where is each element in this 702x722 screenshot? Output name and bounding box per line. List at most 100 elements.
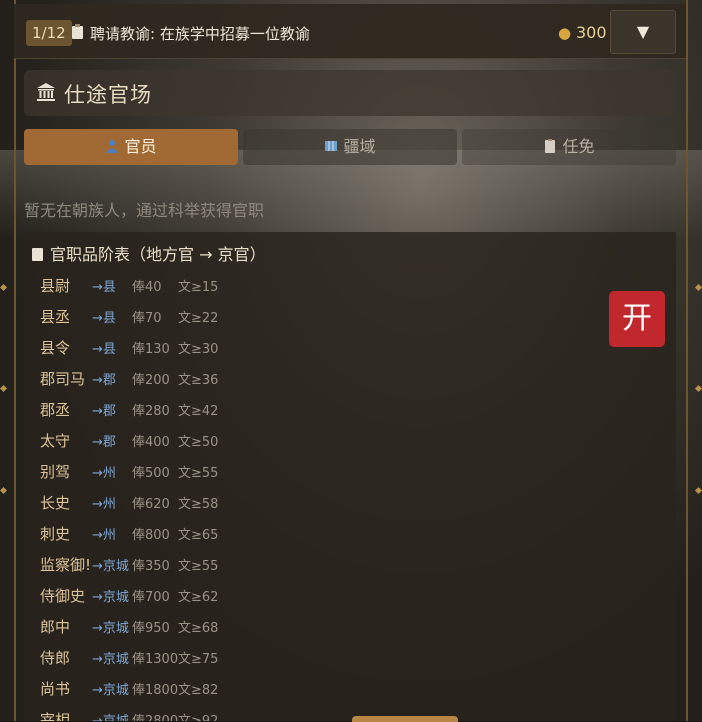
rank-row: 县尉 →县 俸40 文≥15 bbox=[24, 268, 584, 299]
rank-row: 别驾 →州 俸500 文≥55 bbox=[24, 454, 584, 485]
rank-salary: 俸950 bbox=[132, 621, 170, 636]
map-icon bbox=[325, 141, 338, 151]
rank-requirement: 文≥62 bbox=[178, 590, 219, 605]
rank-requirement: 文≥55 bbox=[178, 466, 219, 481]
rank-salary: 俸2800 bbox=[132, 710, 178, 721]
tab-label: 疆域 bbox=[343, 137, 376, 156]
government-building-icon bbox=[37, 83, 55, 101]
rank-level: →郡 bbox=[92, 373, 116, 388]
rank-requirement: 文≥36 bbox=[178, 373, 219, 388]
rank-salary: 俸350 bbox=[132, 559, 170, 574]
rank-row: 长史 →州 俸620 文≥58 bbox=[24, 485, 584, 516]
rank-row: 监察御! →京城 俸350 文≥55 bbox=[24, 547, 584, 578]
rank-requirement: 文≥30 bbox=[178, 342, 219, 357]
rank-name: 刺史 bbox=[40, 525, 71, 543]
rank-name: 尚书 bbox=[40, 680, 71, 698]
rank-level: →县 bbox=[92, 342, 116, 357]
rank-table-title-text: 官职品阶表（地方官 → 京官） bbox=[50, 245, 266, 264]
tab-officials[interactable]: 官员 bbox=[24, 129, 238, 165]
rank-table: 官职品阶表（地方官 → 京官） 县尉 →县 俸40 文≥15 县丞 →县 俸70 文≥22 县令… bbox=[24, 232, 676, 721]
rank-name: 侍郎 bbox=[40, 649, 71, 667]
rank-salary: 俸70 bbox=[132, 311, 162, 326]
rank-row: 郎中 →京城 俸950 文≥68 bbox=[24, 609, 584, 640]
tab-territory[interactable]: 疆域 bbox=[243, 129, 457, 165]
rank-requirement: 文≥58 bbox=[178, 497, 219, 512]
rank-row: 侍御史 →京城 俸700 文≥62 bbox=[24, 578, 584, 609]
rank-requirement: 文≥75 bbox=[178, 652, 219, 667]
rank-salary: 俸200 bbox=[132, 373, 170, 388]
panel-header: 仕途官场 bbox=[24, 70, 676, 116]
tab-appointments[interactable]: 任免 bbox=[462, 129, 676, 165]
bottom-drawer-handle[interactable] bbox=[352, 716, 458, 722]
rank-level: →京城 bbox=[92, 683, 129, 698]
rank-name: 宰相 bbox=[40, 711, 71, 721]
rank-requirement: 文≥65 bbox=[178, 528, 219, 543]
rank-level: →郡 bbox=[92, 435, 116, 450]
rank-name: 县令 bbox=[40, 339, 71, 357]
rank-requirement: 文≥50 bbox=[178, 435, 219, 450]
open-button[interactable]: 开 bbox=[609, 291, 665, 347]
rank-salary: 俸130 bbox=[132, 342, 170, 357]
rank-name: 太守 bbox=[40, 432, 71, 450]
rank-name: 郡司马 bbox=[40, 370, 86, 388]
expand-dropdown-button[interactable]: ▼ bbox=[610, 10, 676, 54]
rank-name: 长史 bbox=[40, 494, 71, 512]
rank-requirement: 文≥15 bbox=[178, 280, 219, 295]
rank-level: →县 bbox=[92, 311, 116, 326]
rank-name: 监察御! bbox=[40, 556, 92, 574]
clipboard-icon bbox=[545, 139, 556, 153]
tab-bar: 官员 疆域 任免 bbox=[24, 129, 676, 165]
rank-requirement: 文≥55 bbox=[178, 559, 219, 574]
quest-progress: 1/12 bbox=[26, 20, 72, 46]
clipboard-icon bbox=[32, 248, 43, 261]
rank-row: 刺史 →州 俸800 文≥65 bbox=[24, 516, 584, 547]
rank-salary: 俸400 bbox=[132, 435, 170, 450]
rank-row: 宰相 →京城俸2800文≥92 bbox=[24, 702, 584, 721]
tab-label: 官员 bbox=[124, 137, 157, 156]
coin-count: 300 bbox=[576, 23, 607, 42]
rank-name: 县尉 bbox=[40, 277, 71, 295]
rank-salary: 俸620 bbox=[132, 497, 170, 512]
money-bag-icon: ● bbox=[558, 24, 572, 42]
rank-table-title: 官职品阶表（地方官 → 京官） bbox=[32, 241, 266, 265]
rank-salary: 俸280 bbox=[132, 404, 170, 419]
rank-row: 县令 →县 俸130 文≥30 bbox=[24, 330, 584, 361]
rank-requirement: 文≥82 bbox=[178, 683, 219, 698]
panel-title: 仕途官场 bbox=[64, 83, 152, 107]
rank-row: 郡司马 →郡 俸200 文≥36 bbox=[24, 361, 584, 392]
rank-level: →京城 bbox=[92, 559, 129, 574]
rank-salary: 俸700 bbox=[132, 590, 170, 605]
rank-salary: 俸500 bbox=[132, 466, 170, 481]
rank-name: 郎中 bbox=[40, 618, 71, 636]
rank-level: →州 bbox=[92, 466, 116, 481]
rank-level: →京城 bbox=[92, 621, 129, 636]
rank-level: →州 bbox=[92, 528, 116, 543]
rank-row: 郡丞 →郡 俸280 文≥42 bbox=[24, 392, 584, 423]
rank-requirement: 文≥92 bbox=[178, 710, 218, 721]
rank-level: →州 bbox=[92, 497, 116, 512]
rank-name: 侍御史 bbox=[40, 587, 86, 605]
rank-row: 侍郎 →京城 俸1300 文≥75 bbox=[24, 640, 584, 671]
frame-left bbox=[14, 0, 16, 721]
rank-level: →京城 bbox=[92, 652, 129, 667]
quest-bar[interactable]: 1/12 聘请教谕: 在族学中招募一位教谕 ● 300 ▼ bbox=[14, 4, 686, 59]
rank-name: 郡丞 bbox=[40, 401, 71, 419]
rank-requirement: 文≥22 bbox=[178, 311, 219, 326]
empty-officials-note: 暂无在朝族人，通过科举获得官职 bbox=[24, 201, 265, 220]
rank-level: →县 bbox=[92, 280, 116, 295]
rank-salary: 俸800 bbox=[132, 528, 170, 543]
rank-name: 别驾 bbox=[40, 463, 71, 481]
rank-salary: 俸40 bbox=[132, 280, 162, 295]
clipboard-icon bbox=[72, 24, 83, 39]
person-icon bbox=[106, 140, 119, 153]
rank-requirement: 文≥68 bbox=[178, 621, 219, 636]
rank-name: 县丞 bbox=[40, 308, 71, 326]
rank-row: 县丞 →县 俸70 文≥22 bbox=[24, 299, 584, 330]
rank-row: 尚书 →京城 俸1800 文≥82 bbox=[24, 671, 584, 702]
rank-salary: 俸1300 bbox=[132, 652, 179, 667]
rank-level: →郡 bbox=[92, 404, 116, 419]
rank-salary: 俸1800 bbox=[132, 683, 179, 698]
quest-text: 聘请教谕: 在族学中招募一位教谕 bbox=[90, 25, 310, 43]
tab-label: 任免 bbox=[562, 137, 595, 156]
rank-requirement: 文≥42 bbox=[178, 404, 219, 419]
